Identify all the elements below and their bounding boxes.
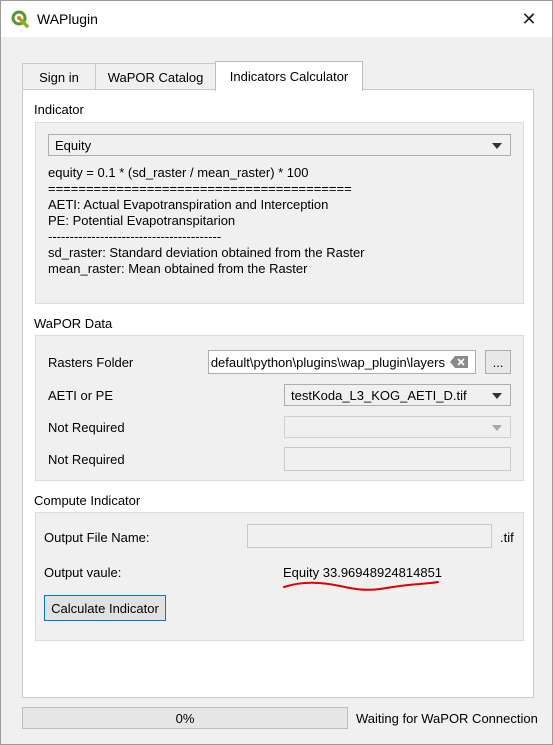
chevron-down-icon	[492, 425, 502, 431]
tab-indicators-calculator[interactable]: Indicators Calculator	[215, 61, 363, 91]
output-value: Equity 33.96948924814851	[283, 565, 443, 580]
window-title: WAPlugin	[37, 11, 98, 27]
definition-mean-raster: mean_raster: Mean obtained from the Rast…	[48, 261, 308, 276]
indicator-group: Equity equity = 0.1 * (sd_raster / mean_…	[35, 122, 524, 304]
indicators-calculator-pane: Indicator Equity equity = 0.1 * (sd_rast…	[22, 89, 534, 698]
wapor-data-group: Rasters Folder default\python\plugins\wa…	[35, 335, 524, 481]
output-file-input[interactable]	[247, 524, 492, 548]
formula-line: equity = 0.1 * (sd_raster / mean_raster)…	[48, 165, 309, 180]
qgis-logo-icon	[11, 10, 29, 28]
compute-group: Output File Name: .tif Output vaule: Equ…	[35, 512, 524, 641]
status-text: Waiting for WaPOR Connection	[356, 711, 538, 726]
tab-wapor-catalog[interactable]: WaPOR Catalog	[95, 63, 216, 90]
browse-label: ...	[492, 354, 504, 370]
definition-sd-raster: sd_raster: Standard deviation obtained f…	[48, 245, 365, 260]
aeti-selected-value: testKoda_L3_KOG_AETI_D.tif	[291, 387, 467, 403]
output-file-label: Output File Name:	[44, 530, 150, 545]
progress-bar: 0%	[22, 707, 348, 729]
tab-sign-in[interactable]: Sign in	[22, 63, 96, 90]
not-required-label-2: Not Required	[48, 452, 125, 467]
indicator-select[interactable]: Equity	[48, 134, 511, 156]
close-button[interactable]: ✕	[506, 1, 552, 37]
separator-line: ========================================	[48, 181, 352, 196]
definition-pe: PE: Potential Evapotranspitarion	[48, 213, 236, 228]
rasters-folder-value: default\python\plugins\wap_plugin\layers	[210, 355, 445, 370]
chevron-down-icon	[492, 393, 502, 399]
rasters-folder-label: Rasters Folder	[48, 355, 134, 370]
indicator-selected-value: Equity	[55, 137, 92, 153]
red-underline-annotation	[283, 581, 439, 591]
tab-label: Sign in	[39, 69, 79, 85]
progress-text: 0%	[175, 711, 195, 726]
calculate-indicator-label: Calculate Indicator	[51, 600, 159, 616]
title-bar: WAPlugin ✕	[1, 1, 552, 37]
tif-suffix: .tif	[500, 530, 514, 545]
calculate-indicator-button[interactable]: Calculate Indicator	[44, 595, 166, 621]
definition-aeti: AETI: Actual Evapotranspiration and Inte…	[48, 197, 329, 212]
rasters-folder-input[interactable]: default\python\plugins\wap_plugin\layers	[208, 350, 476, 374]
clear-icon[interactable]	[450, 356, 468, 368]
wapor-data-group-title: WaPOR Data	[34, 316, 113, 331]
tab-label: Indicators Calculator	[229, 69, 349, 84]
close-icon: ✕	[521, 8, 537, 29]
compute-group-title: Compute Indicator	[34, 493, 141, 508]
not-required-input[interactable]	[284, 447, 511, 471]
output-value-label: Output vaule:	[44, 565, 122, 580]
browse-button[interactable]: ...	[485, 350, 511, 374]
aeti-or-pe-select[interactable]: testKoda_L3_KOG_AETI_D.tif	[284, 384, 511, 406]
tab-label: WaPOR Catalog	[107, 69, 204, 85]
not-required-label-1: Not Required	[48, 420, 125, 435]
chevron-down-icon	[492, 143, 502, 149]
indicator-group-title: Indicator	[34, 102, 84, 117]
aeti-or-pe-label: AETI or PE	[48, 388, 114, 403]
separator-line: ----------------------------------------	[48, 229, 222, 244]
not-required-select[interactable]	[284, 416, 511, 438]
plugin-window: WAPlugin ✕ Sign in WaPOR Catalog Indicat…	[0, 0, 553, 745]
